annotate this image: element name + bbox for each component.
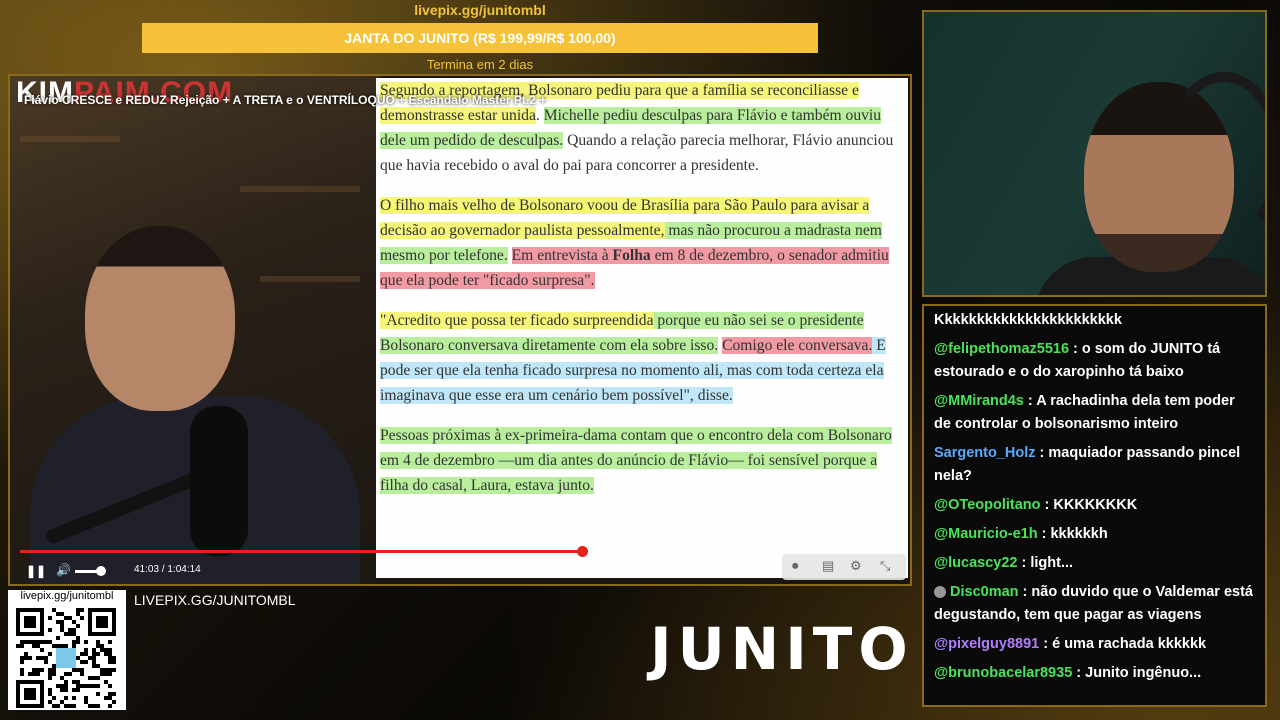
like-icon[interactable]: ♡ bbox=[795, 514, 807, 530]
chat-text: KKKKKKKK bbox=[1053, 497, 1138, 513]
chat-text: é uma rachada kkkkkk bbox=[1052, 636, 1207, 652]
livepix-qr-panel: livepix.gg/junitombl bbox=[8, 590, 126, 710]
goal-title: JANTA DO JUNITO (R$ 199,99/R$ 100,00) bbox=[344, 30, 616, 46]
article-text-segment: Em entrevista à bbox=[511, 247, 613, 264]
autoplay-toggle-icon[interactable]: ⏺ bbox=[792, 558, 799, 574]
chat-separator: : bbox=[1069, 341, 1082, 357]
video-progress-fill bbox=[20, 550, 583, 553]
article-paragraph-3: "Acredito que possa ter ficado surpreend… bbox=[376, 308, 908, 408]
chat-separator: : bbox=[1040, 497, 1054, 513]
chat-text: Junito ingênuo... bbox=[1085, 665, 1202, 681]
user-badge-icon bbox=[934, 586, 946, 599]
article-text-segment: Comigo ele conversava. bbox=[722, 337, 873, 354]
chat-message: Kkkkkkkkkkkkkkkkkkkkkkk bbox=[924, 306, 1265, 335]
save-icon[interactable]: ▭ bbox=[843, 514, 855, 530]
article-text-segment: "Acredito que possa ter ficado surpreend… bbox=[380, 312, 654, 329]
chat-separator: : bbox=[1018, 584, 1032, 600]
chat-separator: : bbox=[1023, 393, 1037, 409]
chat-username[interactable]: @MMirand4s bbox=[934, 393, 1024, 409]
chat-separator: : bbox=[1037, 526, 1051, 542]
qr-code-icon bbox=[16, 608, 116, 708]
video-controls: ❚❚ 🔊 41:03 / 1:04:14 bbox=[10, 560, 380, 584]
chat-username[interactable]: @pixelguy8891 bbox=[934, 636, 1039, 652]
chat-message: Sargento_Holz : maquiador passando pince… bbox=[924, 439, 1265, 491]
article-text-segment: Folha bbox=[612, 247, 651, 264]
microphone bbox=[190, 406, 248, 556]
volume-knob[interactable] bbox=[96, 566, 106, 576]
junito-logo: JUNITO bbox=[650, 615, 914, 683]
video-progress-bar[interactable] bbox=[20, 546, 900, 557]
chat-username[interactable]: Sargento_Holz bbox=[934, 445, 1036, 461]
chat-message: @MMirand4s : A rachadinha dela tem poder… bbox=[924, 387, 1265, 439]
chat-separator: : bbox=[1017, 555, 1031, 571]
goal-url: livepix.gg/junitombl bbox=[414, 2, 546, 18]
chat-username[interactable]: Disc0man bbox=[950, 584, 1019, 600]
pause-icon[interactable]: ❚❚ bbox=[26, 564, 46, 578]
article-text-segment: . bbox=[535, 107, 544, 124]
chat-separator: : bbox=[1072, 665, 1086, 681]
chat-text: Kkkkkkkkkkkkkkkkkkkkkkk bbox=[934, 312, 1122, 328]
chat-separator: : bbox=[1035, 445, 1049, 461]
chat-username[interactable]: @brunobacelar8935 bbox=[934, 665, 1072, 681]
subtitles-icon[interactable]: ▤ bbox=[822, 558, 834, 574]
qr-label: livepix.gg/junitombl bbox=[20, 590, 114, 602]
goal-time-left: Termina em 2 dias bbox=[426, 57, 534, 72]
video-time: 41:03 / 1:04:14 bbox=[134, 564, 201, 575]
chat-username[interactable]: @Mauricio-e1h bbox=[934, 526, 1038, 542]
chat-message: @brunobacelar8935 : Junito ingênuo... bbox=[924, 659, 1265, 688]
share-icon[interactable]: ➦ bbox=[889, 514, 900, 530]
chat-message: @pixelguy8891 : é uma rachada kkkkkk bbox=[924, 630, 1265, 659]
volume-icon[interactable]: 🔊 bbox=[56, 563, 71, 577]
video-right-controls: ⏺ ▤ ⚙ ⤡ bbox=[782, 554, 906, 580]
dislike-icon[interactable]: ♡ bbox=[819, 514, 831, 530]
chat-message: Disc0man : não duvido que o Valdemar est… bbox=[924, 578, 1265, 630]
clip-icon[interactable]: ✂ bbox=[867, 514, 878, 530]
chat-message: @felipethomaz5516 : o som do JUNITO tá e… bbox=[924, 335, 1265, 387]
chat-message: @lucascy22 : light... bbox=[924, 549, 1265, 578]
host-face bbox=[85, 226, 235, 411]
chat-text: kkkkkkh bbox=[1050, 526, 1108, 542]
chat-text: light... bbox=[1030, 555, 1074, 571]
article-text-segment: demonstrasse estar unida bbox=[380, 107, 536, 124]
chat-message: @Mauricio-e1h : kkkkkkh bbox=[924, 520, 1265, 549]
settings-icon[interactable]: ⚙ bbox=[850, 558, 862, 574]
fullscreen-exit-icon[interactable]: ⤡ bbox=[880, 558, 890, 574]
chat-separator: : bbox=[1039, 636, 1053, 652]
chat-username[interactable]: @lucascy22 bbox=[934, 555, 1017, 571]
livepix-link: LIVEPIX.GG/JUNITOMBL bbox=[134, 592, 296, 608]
chat-username[interactable]: @felipethomaz5516 bbox=[934, 341, 1069, 357]
article-text-segment: Pessoas próximas à ex-primeira-dama cont… bbox=[380, 427, 892, 494]
article-paragraph-2: O filho mais velho de Bolsonaro voou de … bbox=[376, 193, 908, 293]
article-page: Segundo a reportagem, Bolsonaro pediu pa… bbox=[376, 78, 908, 578]
article-paragraph-4: Pessoas próximas à ex-primeira-dama cont… bbox=[376, 423, 908, 498]
video-title[interactable]: Flávio CRESCE e REDUZ Rejeição + A TRETA… bbox=[24, 93, 546, 107]
chat-username[interactable]: @OTeopolitano bbox=[934, 497, 1041, 513]
host-camera-feed: KIMPAIM.COM bbox=[10, 76, 380, 584]
chat-message: @OTeopolitano : KKKKKKKK bbox=[924, 491, 1265, 520]
goal-progress-bar: JANTA DO JUNITO (R$ 199,99/R$ 100,00) bbox=[142, 23, 818, 53]
video-player[interactable]: KIMPAIM.COM Flávio CRESCE e REDUZ Rejeiç… bbox=[8, 74, 912, 586]
live-chat: Kkkkkkkkkkkkkkkkkkkkkkk @felipethomaz5516… bbox=[922, 304, 1267, 707]
streamer-webcam bbox=[922, 10, 1267, 297]
